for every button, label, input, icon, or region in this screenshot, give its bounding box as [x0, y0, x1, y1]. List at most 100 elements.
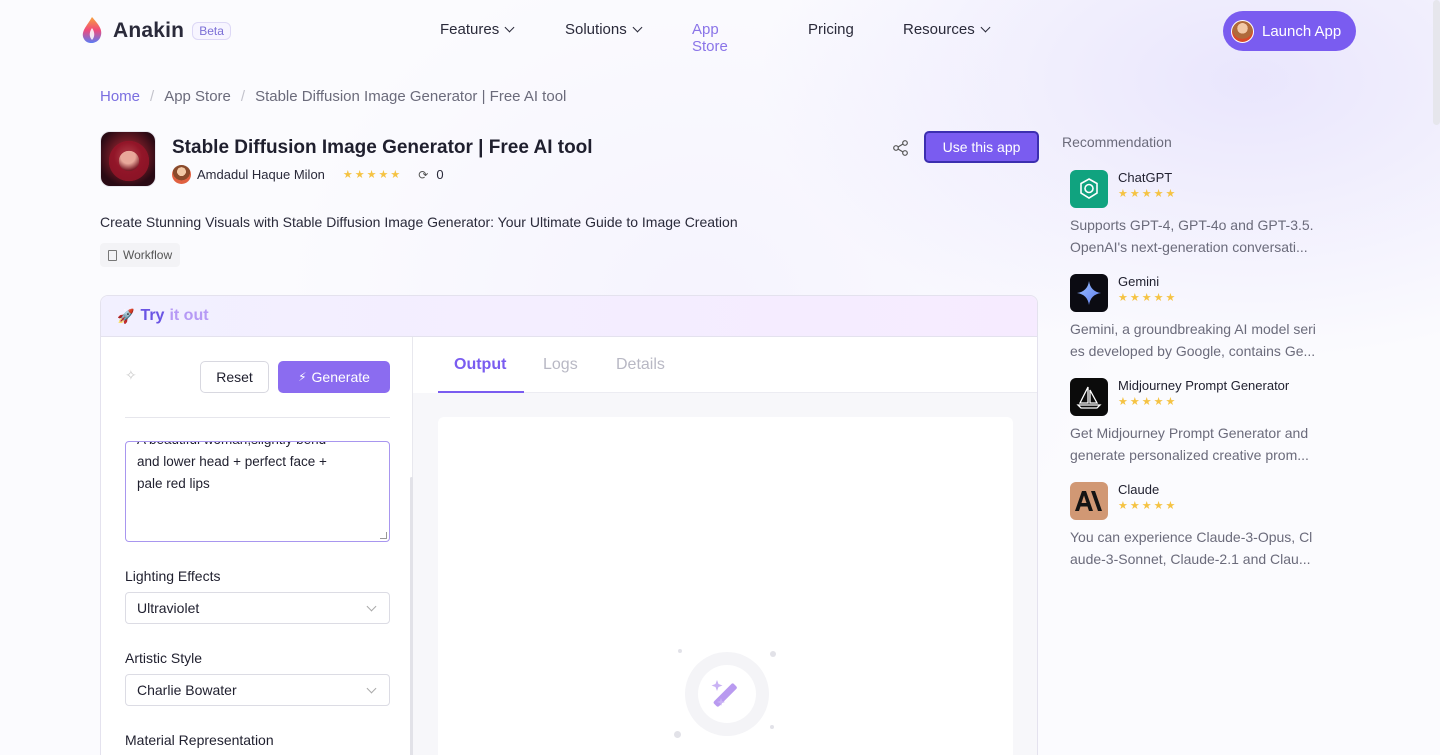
artistic-style-select[interactable]: Charlie Bowater — [125, 674, 390, 706]
recommendation-rating: ★ ★ ★ ★ ★ — [1118, 291, 1177, 304]
star-icon: ★ — [1141, 500, 1152, 512]
share-icon[interactable] — [892, 139, 910, 157]
nav-item-label: Pricing — [808, 21, 854, 38]
decor-dot — [770, 651, 776, 657]
star-icon: ★ — [1118, 500, 1128, 512]
output-card — [438, 417, 1013, 755]
beta-badge: Beta — [192, 22, 231, 40]
recommendation-description: Supports GPT-4, GPT-4o and GPT-3.5. Open… — [1070, 217, 1314, 255]
user-avatar — [1231, 19, 1254, 43]
top-navbar: Anakin Beta Features Solutions App Store… — [0, 0, 1440, 62]
try-title-part1: Try — [140, 307, 165, 324]
star-icon: ★ — [1165, 188, 1176, 200]
prompt-line: and lower head + perfect face + — [137, 454, 327, 469]
nav-item-pricing[interactable]: Pricing — [808, 21, 854, 38]
author-name[interactable]: Amdadul Haque Milon — [197, 167, 325, 182]
sparkle-icon[interactable]: ✧ — [125, 367, 137, 384]
main-nav: Features Solutions App Store Pricing Res… — [440, 21, 991, 55]
tab-logs[interactable]: Logs — [543, 356, 578, 374]
launch-app-button[interactable]: Launch App — [1223, 11, 1356, 51]
star-icon: ★ — [1165, 396, 1176, 408]
chevron-down-icon — [980, 22, 991, 33]
try-it-out-header: 🚀 Try it out — [101, 296, 1037, 337]
chevron-down-icon — [632, 22, 643, 33]
nav-item-label: Features — [440, 21, 500, 38]
breadcrumb: Home / App Store / Stable Diffusion Imag… — [100, 88, 566, 105]
brand-logo[interactable]: Anakin Beta — [80, 16, 231, 46]
breadcrumb-separator: / — [150, 88, 155, 105]
nav-item-resources[interactable]: Resources — [903, 21, 991, 38]
breadcrumb-current: Stable Diffusion Image Generator | Free … — [255, 88, 567, 105]
output-area — [413, 393, 1037, 755]
star-icon: ★ — [1153, 292, 1164, 304]
recommendation-description: Gemini, a groundbreaking AI model seri e… — [1070, 321, 1316, 359]
recommendation-name: Midjourney Prompt Generator — [1118, 378, 1290, 393]
generate-label: Generate — [311, 369, 370, 385]
nav-item-label: Solutions — [565, 21, 627, 38]
reset-button[interactable]: Reset — [200, 361, 269, 393]
star-icon: ★ — [378, 169, 389, 181]
select-value: Ultraviolet — [137, 600, 200, 616]
brand-name: Anakin — [113, 19, 185, 42]
star-icon: ★ — [354, 169, 365, 181]
gemini-icon — [1070, 274, 1108, 312]
output-tabs: Output Logs Details — [438, 337, 1037, 393]
document-icon — [108, 249, 117, 261]
use-this-app-button[interactable]: Use this app — [924, 131, 1039, 163]
chevron-down-icon — [504, 22, 515, 33]
tab-output[interactable]: Output — [454, 356, 506, 374]
tab-details[interactable]: Details — [616, 356, 665, 374]
star-icon: ★ — [1118, 188, 1128, 200]
star-icon: ★ — [1129, 292, 1140, 304]
recommendation-rating: ★ ★ ★ ★ ★ — [1118, 187, 1177, 200]
lighting-effects-select[interactable]: Ultraviolet — [125, 592, 390, 624]
breadcrumb-home[interactable]: Home — [100, 88, 140, 105]
app-title: Stable Diffusion Image Generator | Free … — [172, 137, 593, 158]
tag-label: Workflow — [123, 248, 173, 262]
runs-icon: ⟳ — [418, 167, 429, 182]
recommendation-title: Recommendation — [1062, 134, 1172, 150]
star-icon: ★ — [1153, 500, 1164, 512]
star-icon: ★ — [1141, 396, 1152, 408]
nav-item-app-store[interactable]: App Store — [692, 21, 728, 55]
recommendation-rating: ★ ★ ★ ★ ★ — [1118, 395, 1177, 408]
input-form: ✧ Reset ⚡ Generate A beautiful woman,sli… — [101, 337, 413, 755]
recommendation-name: ChatGPT — [1118, 170, 1173, 185]
star-icon: ★ — [1118, 292, 1128, 304]
magic-wand-placeholder — [685, 652, 769, 736]
star-icon: ★ — [1141, 292, 1152, 304]
app-thumbnail — [100, 131, 156, 187]
recommendation-name: Claude — [1118, 482, 1160, 497]
prompt-line: pale red lips — [137, 476, 210, 491]
nav-item-features[interactable]: Features — [440, 21, 515, 38]
material-representation-label: Material Representation — [125, 732, 274, 748]
chevron-down-icon — [366, 601, 377, 612]
resize-handle[interactable] — [380, 532, 387, 539]
run-count: 0 — [436, 167, 444, 182]
page-scrollbar[interactable] — [1433, 0, 1440, 125]
prompt-line: A beautiful woman,slightly bend — [137, 442, 378, 451]
chevron-down-icon — [366, 683, 377, 694]
star-icon: ★ — [1165, 500, 1176, 512]
decor-dot — [674, 731, 681, 738]
star-icon: ★ — [1165, 292, 1176, 304]
app-meta-row: Amdadul Haque Milon ★ ★ ★ ★ ★ ⟳ 0 — [172, 165, 444, 184]
author-avatar — [172, 165, 191, 184]
try-title-part2: it out — [169, 307, 209, 324]
generate-button[interactable]: ⚡ Generate — [278, 361, 390, 393]
artistic-style-label: Artistic Style — [125, 650, 203, 666]
select-value: Charlie Bowater — [137, 682, 237, 698]
magic-wand-icon — [698, 665, 756, 723]
star-icon: ★ — [1129, 396, 1140, 408]
recommendation-description: You can experience Claude-3-Opus, Cl aud… — [1070, 529, 1313, 567]
anakin-logo-icon — [82, 17, 102, 44]
star-icon: ★ — [1141, 188, 1152, 200]
nav-item-solutions[interactable]: Solutions — [565, 21, 643, 38]
try-it-out-panel: 🚀 Try it out ✧ Reset ⚡ Generate A beauti… — [100, 295, 1038, 755]
star-icon: ★ — [390, 169, 401, 181]
decor-dot — [678, 649, 682, 653]
prompt-textarea[interactable]: A beautiful woman,slightly bend and lowe… — [125, 441, 390, 542]
divider — [125, 417, 390, 418]
breadcrumb-app-store[interactable]: App Store — [164, 88, 231, 105]
star-icon: ★ — [1129, 188, 1140, 200]
